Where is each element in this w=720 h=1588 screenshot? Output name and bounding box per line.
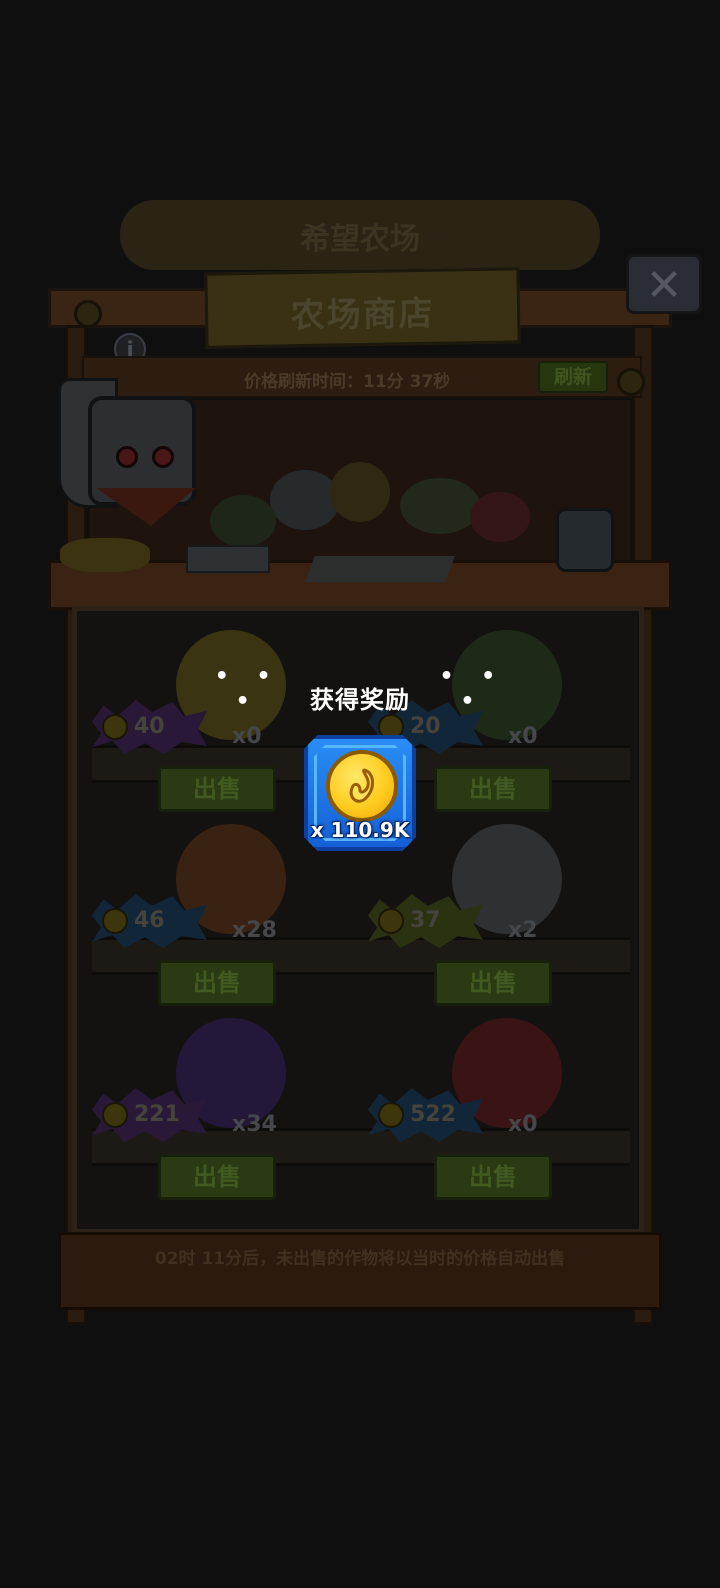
reward-title: 获得奖励 [310,686,410,714]
game-screen: 希望农场 农场商店 ✕ i 价格刷新时间：11分 37秒 刷新 40 x0 出售… [0,0,720,1588]
dots-right: • • • [439,664,506,714]
reward-overlay[interactable]: • • • 获得奖励 • • • x 110.9K [0,0,720,1588]
coin-seed-mark [349,768,374,803]
dots-left: • • • [214,664,281,714]
reward-amount: x 110.9K [310,818,410,842]
reward-header: • • • 获得奖励 • • • [0,664,720,715]
